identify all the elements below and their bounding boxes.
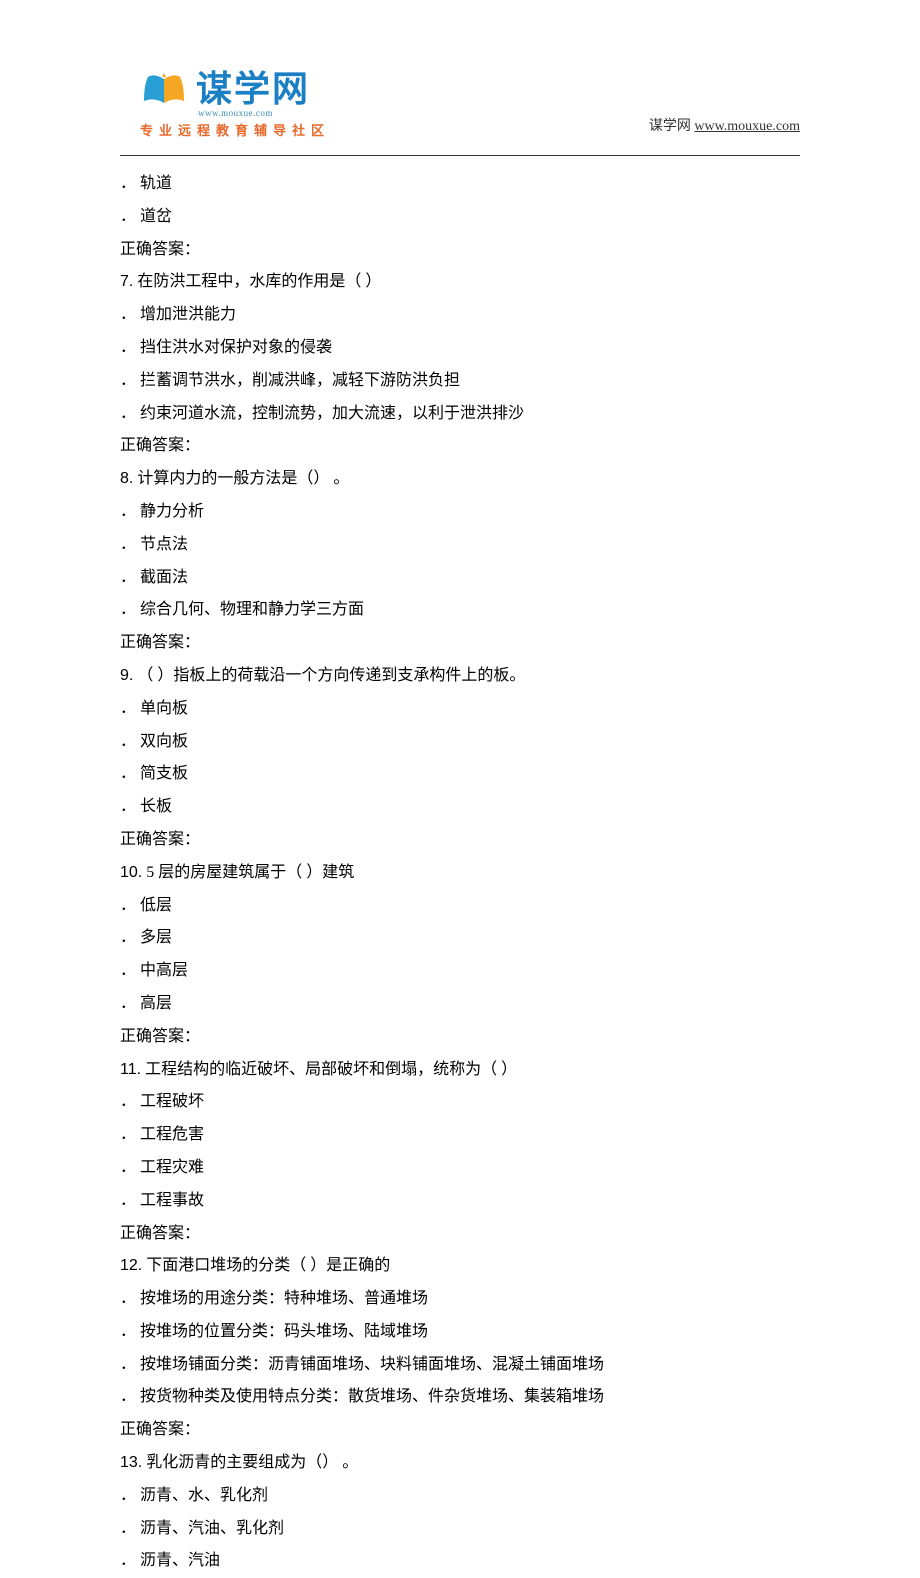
option-line: ． 拦蓄调节洪水，削减洪峰，减轻下游防洪负担: [120, 365, 800, 398]
book-logo-icon: [140, 69, 188, 109]
option-line: ． 节点法: [120, 529, 800, 562]
option-line: ． 多层: [120, 922, 800, 955]
document-content: ． 轨道 ． 道岔 正确答案： 7. 在防洪工程中，水库的作用是（ ） ． 增加…: [0, 156, 920, 1578]
option-line: ． 简支板: [120, 758, 800, 791]
answer-line: 正确答案：: [120, 627, 800, 660]
logo-text: 谋学网: [196, 60, 310, 112]
option-line: ． 工程事故: [120, 1185, 800, 1218]
option-line: ． 增加泄洪能力: [120, 299, 800, 332]
answer-line: 正确答案：: [120, 1414, 800, 1447]
option-line: ． 挡住洪水对保护对象的侵袭: [120, 332, 800, 365]
option-line: ． 高层: [120, 988, 800, 1021]
option-line: ． 工程灾难: [120, 1152, 800, 1185]
question-stem: 7. 在防洪工程中，水库的作用是（ ）: [120, 266, 800, 299]
option-line: ． 低层: [120, 890, 800, 923]
option-line: ． 道岔: [120, 201, 800, 234]
question-stem: 9. （ ）指板上的荷载沿一个方向传递到支承构件上的板。: [120, 660, 800, 693]
answer-line: 正确答案：: [120, 234, 800, 267]
question-stem: 13. 乳化沥青的主要组成为（） 。: [120, 1447, 800, 1480]
question-block: 12. 下面港口堆场的分类（ ）是正确的 ． 按堆场的用途分类：特种堆场、普通堆…: [120, 1250, 800, 1447]
option-line: ． 按堆场的位置分类：码头堆场、陆域堆场: [120, 1316, 800, 1349]
question-block: 13. 乳化沥青的主要组成为（） 。 ． 沥青、水、乳化剂 ． 沥青、汽油、乳化…: [120, 1447, 800, 1578]
option-line: ． 工程危害: [120, 1119, 800, 1152]
question-block: 10. 5 层的房屋建筑属于（ ）建筑 ． 低层 ． 多层 ． 中高层 ． 高层…: [120, 857, 800, 1054]
option-line: ． 约束河道水流，控制流势，加大流速，以利于泄洪排沙: [120, 398, 800, 431]
question-stem: 11. 工程结构的临近破坏、局部破坏和倒塌，统称为（ ）: [120, 1054, 800, 1087]
option-line: ． 沥青、汽油、乳化剂: [120, 1513, 800, 1546]
question-block: 11. 工程结构的临近破坏、局部破坏和倒塌，统称为（ ） ． 工程破坏 ． 工程…: [120, 1054, 800, 1251]
option-line: ． 按堆场的用途分类：特种堆场、普通堆场: [120, 1283, 800, 1316]
option-line: ． 工程破坏: [120, 1086, 800, 1119]
question-block: 8. 计算内力的一般方法是（） 。 ． 静力分析 ． 节点法 ． 截面法 ． 综…: [120, 463, 800, 660]
option-line: ． 轨道: [120, 168, 800, 201]
question-stem: 10. 5 层的房屋建筑属于（ ）建筑: [120, 857, 800, 890]
question-stem: 12. 下面港口堆场的分类（ ）是正确的: [120, 1250, 800, 1283]
answer-line: 正确答案：: [120, 430, 800, 463]
site-label: 谋学网: [649, 119, 695, 134]
logo-main: 谋学网 www.mouxue.com: [140, 60, 330, 118]
answer-line: 正确答案：: [120, 824, 800, 857]
answer-line: 正确答案：: [120, 1218, 800, 1251]
question-block: 7. 在防洪工程中，水库的作用是（ ） ． 增加泄洪能力 ． 挡住洪水对保护对象…: [120, 266, 800, 463]
site-link[interactable]: www.mouxue.com: [694, 119, 800, 134]
option-line: ． 截面法: [120, 562, 800, 595]
option-line: ． 单向板: [120, 693, 800, 726]
option-line: ． 按堆场铺面分类：沥青铺面堆场、块料铺面堆场、混凝土铺面堆场: [120, 1349, 800, 1382]
option-line: ． 双向板: [120, 726, 800, 759]
option-line: ． 按货物种类及使用特点分类：散货堆场、件杂货堆场、集装箱堆场: [120, 1381, 800, 1414]
option-line: ． 综合几何、物理和静力学三方面: [120, 594, 800, 627]
question-block: 9. （ ）指板上的荷载沿一个方向传递到支承构件上的板。 ． 单向板 ． 双向板…: [120, 660, 800, 857]
logo-area: 谋学网 www.mouxue.com 专业远程教育辅导社区: [140, 60, 330, 139]
logo-subtitle: 专业远程教育辅导社区: [140, 120, 330, 139]
page-header: 谋学网 www.mouxue.com 专业远程教育辅导社区 谋学网 www.mo…: [0, 0, 920, 149]
header-source: 谋学网 www.mouxue.com: [649, 115, 800, 139]
question-stem: 8. 计算内力的一般方法是（） 。: [120, 463, 800, 496]
option-line: ． 中高层: [120, 955, 800, 988]
option-line: ． 长板: [120, 791, 800, 824]
option-line: ． 静力分析: [120, 496, 800, 529]
answer-line: 正确答案：: [120, 1021, 800, 1054]
option-line: ． 沥青、水、乳化剂: [120, 1480, 800, 1513]
option-line: ． 沥青、汽油: [120, 1545, 800, 1578]
logo-text-block: 谋学网 www.mouxue.com: [196, 60, 310, 118]
